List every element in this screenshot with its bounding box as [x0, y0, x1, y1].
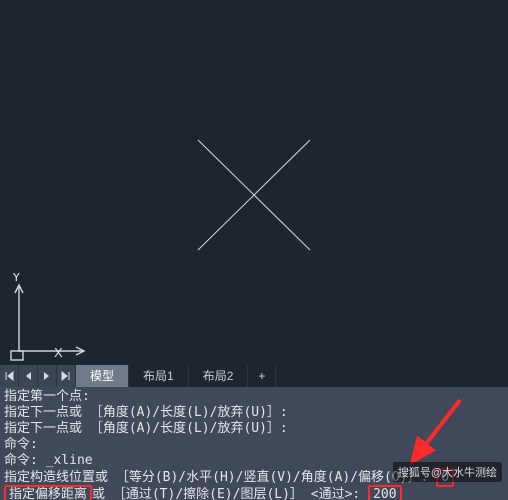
cmd-text: 指定构造线位置或 ［等分(B)/水平(H)/竖直(V)/角度(A)/偏移(O)］…	[4, 470, 436, 485]
drawing-viewport[interactable]: X Y	[0, 0, 508, 365]
layout-tabbar: 模型 布局1 布局2 +	[0, 365, 508, 387]
command-window[interactable]: 指定第一个点: 指定下一点或 ［角度(A)/长度(L)/放弃(U)］: 指定下一…	[0, 387, 508, 500]
highlight-prompt-label: 指定偏移距离	[4, 485, 92, 500]
cmd-line: 指定下一点或 ［角度(A)/长度(L)/放弃(U)］:	[4, 405, 504, 421]
tab-layout2[interactable]: 布局2	[189, 365, 249, 387]
ucs-x-label: X	[54, 345, 63, 360]
ucs-icon: X Y	[4, 273, 94, 363]
cmd-line: 指定下一点或 ［角度(A)/长度(L)/放弃(U)］:	[4, 421, 504, 437]
tab-nav-last[interactable]	[57, 365, 76, 387]
tab-nav-first[interactable]	[0, 365, 19, 387]
cmd-line: 命令:	[4, 437, 504, 453]
tab-add[interactable]: +	[248, 365, 276, 387]
ucs-y-label: Y	[12, 273, 21, 284]
highlight-offset-distance: 200	[368, 485, 401, 500]
tab-nav-prev[interactable]	[19, 365, 38, 387]
watermark: 搜狐号@大水牛测绘	[393, 462, 502, 482]
tab-model[interactable]: 模型	[76, 365, 129, 387]
cmd-line: 指定偏移距离或 ［通过(T)/擦除(E)/图层(L)］ <通过>: 200	[4, 486, 504, 500]
cmd-line: 指定第一个点:	[4, 389, 504, 405]
tab-layout1[interactable]: 布局1	[129, 365, 189, 387]
tab-nav-next[interactable]	[38, 365, 57, 387]
cmd-text: 或 ［通过(T)/擦除(E)/图层(L)］ <通过>:	[92, 487, 368, 500]
